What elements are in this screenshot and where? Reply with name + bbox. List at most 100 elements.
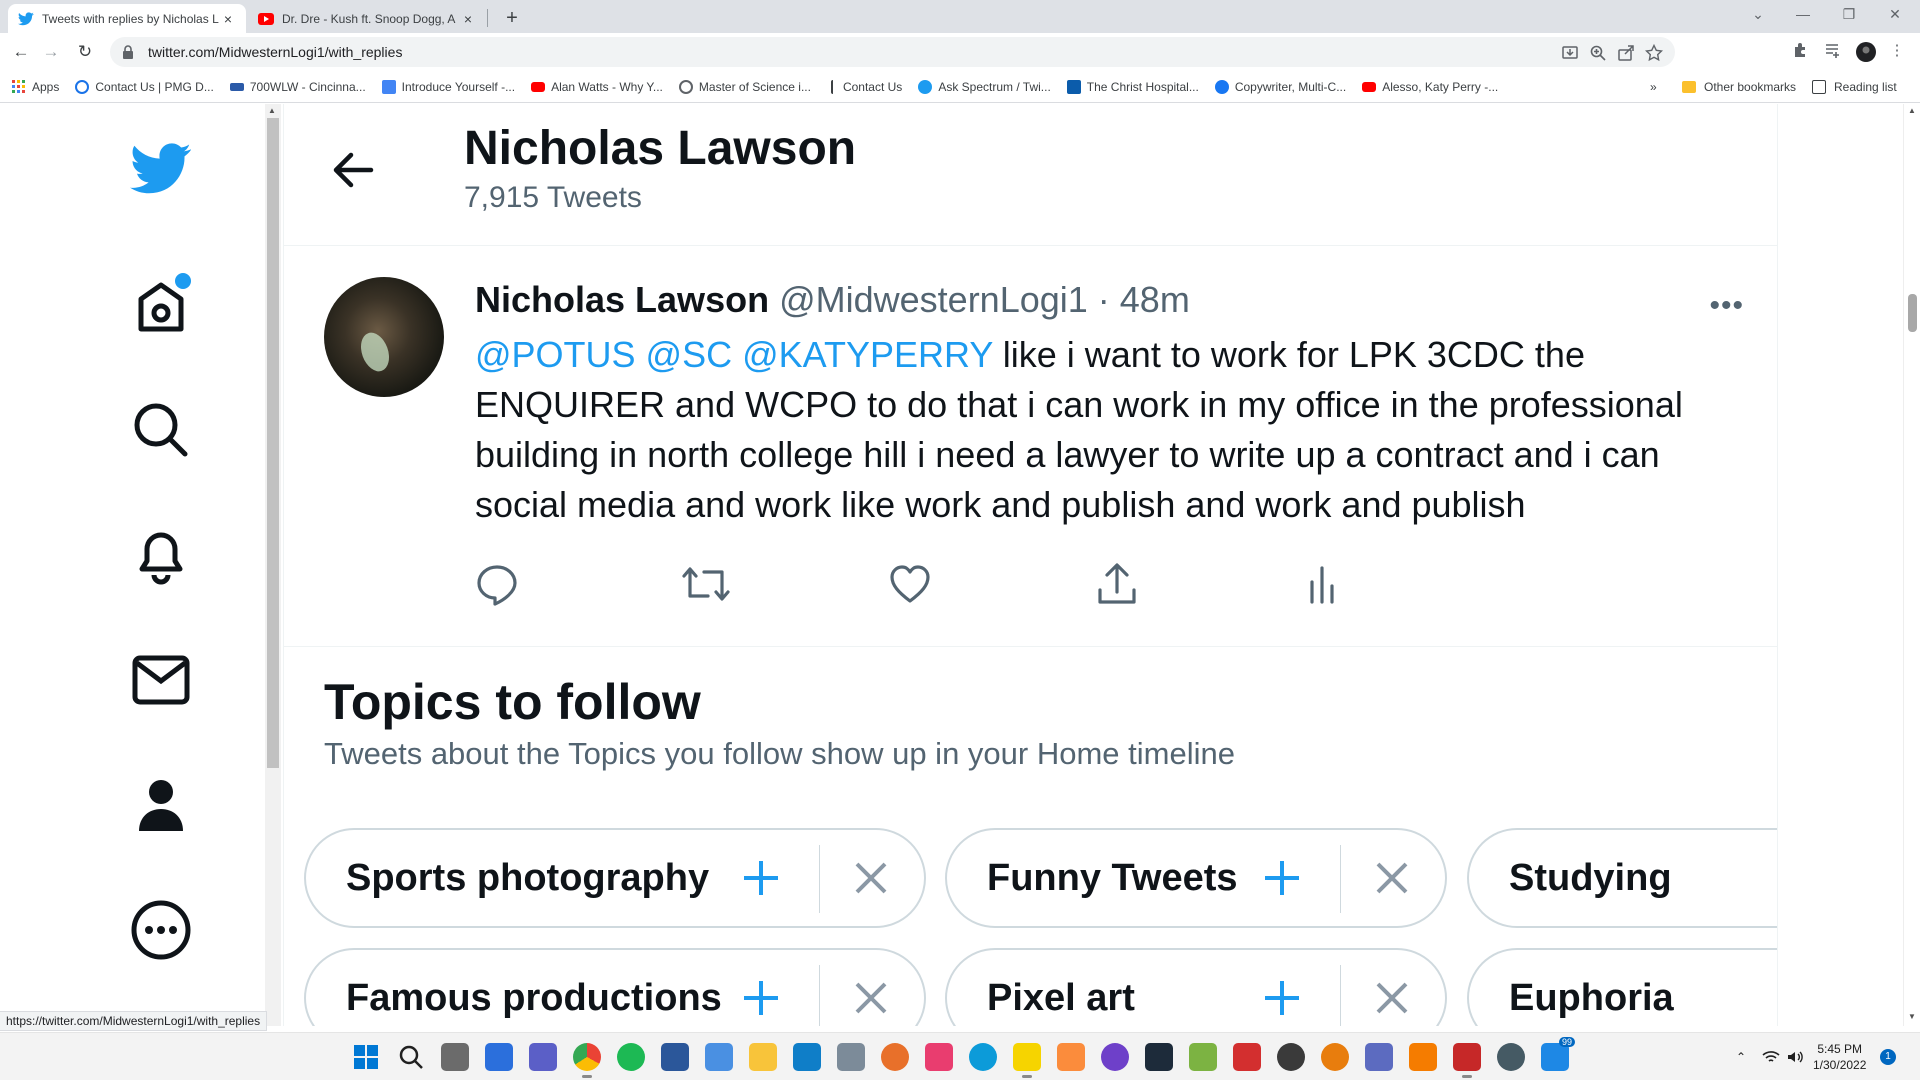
plus-icon[interactable] xyxy=(741,978,781,1018)
restore-button[interactable]: ❐ xyxy=(1826,0,1872,30)
reload-icon[interactable]: ↻ xyxy=(70,37,100,67)
fl-studio-icon[interactable] xyxy=(1409,1043,1437,1071)
bookmark-apps[interactable]: Apps xyxy=(12,79,59,94)
show-hidden-icons-chevron-icon[interactable]: ⌃ xyxy=(1736,1033,1746,1081)
nav-notifications[interactable] xyxy=(130,524,192,586)
tweet-mentions[interactable]: @POTUS @SC @KATYPERRY xyxy=(475,334,993,375)
close-tab-icon[interactable]: × xyxy=(220,11,236,27)
blender-icon[interactable] xyxy=(1321,1043,1349,1071)
app-icon[interactable] xyxy=(1497,1043,1525,1071)
reading-queue-icon[interactable] xyxy=(1822,41,1844,63)
more-options-icon[interactable]: ••• xyxy=(1709,289,1744,323)
bookmarks-overflow-button[interactable]: » xyxy=(1650,71,1657,103)
tab-youtube[interactable]: Dr. Dre - Kush ft. Snoop Dogg, A × xyxy=(248,4,486,33)
plus-icon[interactable] xyxy=(1262,978,1302,1018)
kebab-menu-icon[interactable]: ⋮ xyxy=(1886,41,1908,63)
search-icon[interactable] xyxy=(397,1043,425,1071)
scroll-down-arrow-icon[interactable]: ▼ xyxy=(1908,1012,1916,1021)
reply-button[interactable] xyxy=(475,562,519,606)
bookmark-pmg[interactable]: Contact Us | PMG D... xyxy=(75,79,214,94)
acrobat-icon[interactable] xyxy=(1233,1043,1261,1071)
topic-chip[interactable]: Sports photography xyxy=(304,828,926,928)
nav-messages[interactable] xyxy=(130,649,192,711)
bookmark-alesso[interactable]: Alesso, Katy Perry -... xyxy=(1362,80,1498,94)
bookmark-alan-watts[interactable]: Alan Watts - Why Y... xyxy=(531,80,663,94)
close-icon[interactable] xyxy=(1374,860,1410,896)
photo-app-icon[interactable] xyxy=(925,1043,953,1071)
bookmark-star-icon[interactable] xyxy=(1644,43,1664,62)
windows-start-icon[interactable] xyxy=(352,1043,380,1071)
scroll-up-arrow-icon[interactable]: ▲ xyxy=(268,106,276,115)
topic-chip[interactable]: Famous productions xyxy=(304,948,926,1026)
share-icon[interactable] xyxy=(1617,44,1635,62)
back-arrow-icon[interactable]: ← xyxy=(6,37,36,67)
tab-search-icon[interactable]: ⌄ xyxy=(1735,0,1781,30)
teams-chat-icon[interactable] xyxy=(529,1043,557,1071)
close-window-button[interactable]: ✕ xyxy=(1872,0,1918,30)
notification-badge[interactable]: 1 xyxy=(1880,1049,1896,1065)
xampp-icon[interactable] xyxy=(1057,1043,1085,1071)
spotify-icon[interactable] xyxy=(617,1043,645,1071)
nav-home[interactable] xyxy=(130,273,192,336)
minimize-button[interactable]: — xyxy=(1780,0,1826,30)
app-icon[interactable] xyxy=(881,1043,909,1071)
tweet-handle-time[interactable]: @MidwesternLogi1 · 48m xyxy=(779,279,1190,320)
zoom-icon[interactable] xyxy=(1589,44,1607,62)
back-arrow-button[interactable] xyxy=(327,144,379,196)
bookmark-introduce[interactable]: Introduce Yourself -... xyxy=(381,79,515,94)
bookmark-contact-us[interactable]: Contact Us xyxy=(827,79,902,94)
bookmark-700wlw[interactable]: 700WLW - Cincinna... xyxy=(229,80,366,94)
plus-icon[interactable] xyxy=(1262,858,1302,898)
share-button[interactable] xyxy=(1095,562,1139,606)
close-tab-icon[interactable]: × xyxy=(460,11,476,27)
retweet-button[interactable] xyxy=(680,562,730,606)
scrollbar-thumb[interactable] xyxy=(1908,294,1917,332)
nav-more[interactable] xyxy=(130,899,192,961)
avatar[interactable] xyxy=(324,277,444,397)
task-view-icon[interactable] xyxy=(441,1043,469,1071)
tweet-author[interactable]: Nicholas Lawson xyxy=(475,279,769,320)
forward-arrow-icon[interactable]: → xyxy=(36,37,66,67)
store-icon[interactable] xyxy=(793,1043,821,1071)
other-bookmarks[interactable]: Other bookmarks xyxy=(1682,71,1796,103)
install-app-icon[interactable] xyxy=(1561,44,1579,62)
wifi-icon[interactable] xyxy=(1762,1033,1780,1081)
app-icon[interactable] xyxy=(1365,1043,1393,1071)
sidebar-scrollbar[interactable]: ▲ xyxy=(265,104,281,1026)
edge-icon[interactable] xyxy=(969,1043,997,1071)
scrollbar-thumb[interactable] xyxy=(267,118,279,768)
profile-avatar[interactable] xyxy=(1855,41,1877,63)
obs-icon[interactable] xyxy=(1277,1043,1305,1071)
nav-profile[interactable] xyxy=(130,774,192,836)
volume-icon[interactable] xyxy=(1786,1033,1804,1081)
twitter-logo-icon[interactable] xyxy=(130,138,192,200)
topic-chip[interactable]: Studying xyxy=(1467,828,1777,928)
github-icon[interactable] xyxy=(1101,1043,1129,1071)
bookmark-copywriter[interactable]: Copywriter, Multi-C... xyxy=(1214,79,1346,94)
tab-twitter[interactable]: Tweets with replies by Nicholas L × xyxy=(8,4,246,33)
camera-icon[interactable] xyxy=(837,1043,865,1071)
notepad-icon[interactable] xyxy=(1189,1043,1217,1071)
plus-icon[interactable] xyxy=(741,858,781,898)
reading-list[interactable]: Reading list xyxy=(1812,71,1897,103)
file-explorer-icon[interactable] xyxy=(749,1043,777,1071)
calendar-icon[interactable] xyxy=(705,1043,733,1071)
topic-chip[interactable]: Funny Tweets xyxy=(945,828,1447,928)
address-bar[interactable]: twitter.com/MidwesternLogi1/with_replies xyxy=(110,37,1675,67)
close-icon[interactable] xyxy=(853,980,889,1016)
extensions-icon[interactable] xyxy=(1790,41,1812,63)
k-app-icon[interactable] xyxy=(1145,1043,1173,1071)
close-icon[interactable] xyxy=(853,860,889,896)
bookmark-christ-hospital[interactable]: The Christ Hospital... xyxy=(1066,79,1199,94)
mail-icon[interactable]: 99 xyxy=(1541,1037,1575,1071)
snipping-tool-icon[interactable] xyxy=(1453,1043,1481,1078)
sticky-notes-icon[interactable] xyxy=(1013,1043,1041,1078)
widgets-icon[interactable] xyxy=(485,1043,513,1071)
chrome-icon[interactable] xyxy=(573,1043,601,1078)
topic-chip[interactable]: Euphoria xyxy=(1467,948,1777,1026)
like-button[interactable] xyxy=(888,562,932,606)
scroll-up-arrow-icon[interactable]: ▲ xyxy=(1908,106,1916,115)
topic-chip[interactable]: Pixel art xyxy=(945,948,1447,1026)
tweet-card[interactable]: Nicholas Lawson @MidwesternLogi1 · 48m •… xyxy=(284,247,1777,647)
word-icon[interactable] xyxy=(661,1043,689,1071)
